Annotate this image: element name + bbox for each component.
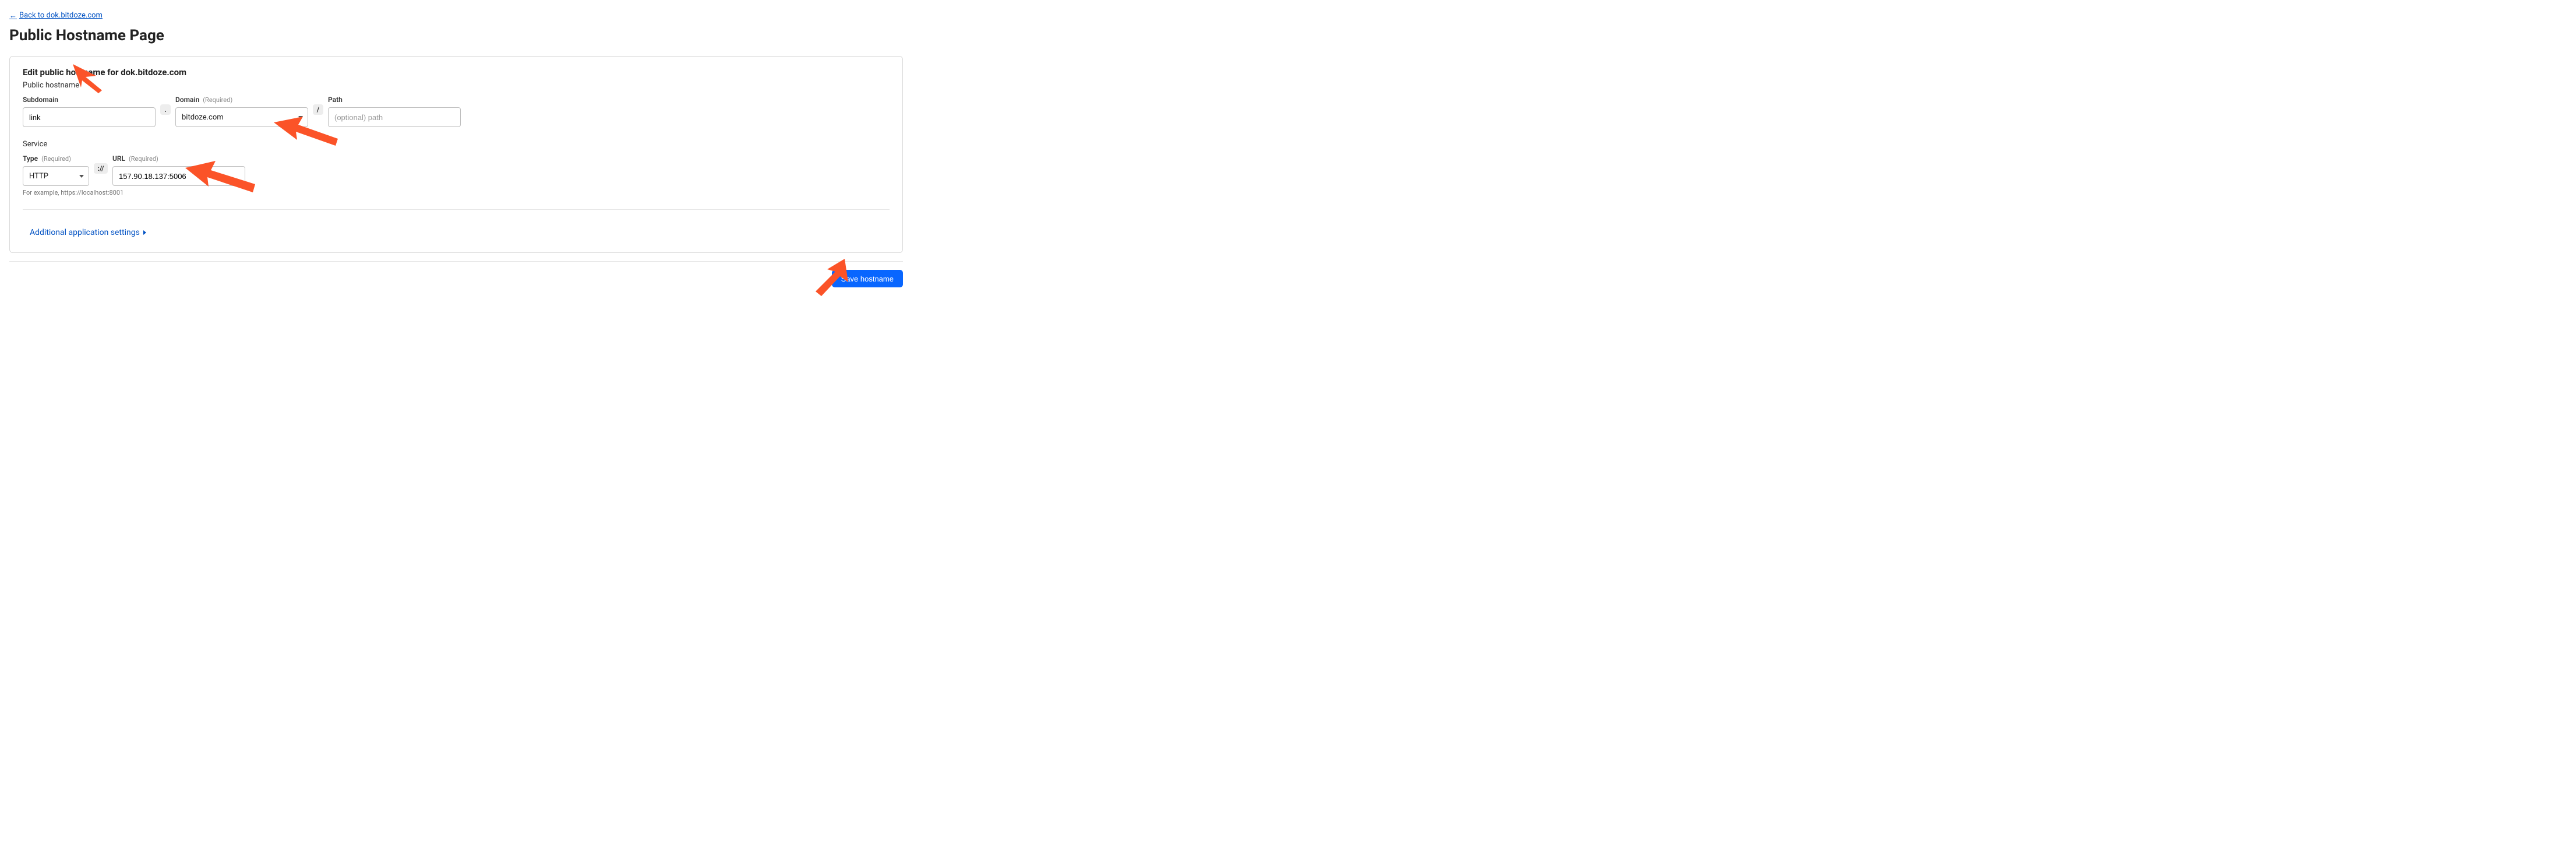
type-select[interactable]: HTTP (23, 166, 89, 186)
save-hostname-button[interactable]: Save hostname (832, 270, 903, 287)
type-field: Type (Required) HTTP (23, 154, 89, 186)
service-hint: For example, https://localhost:8001 (23, 189, 890, 196)
card-title: Edit public hostname for dok.bitdoze.com (23, 67, 890, 78)
divider (23, 209, 890, 210)
path-label: Path (328, 96, 343, 104)
hostname-row: Subdomain . Domain (Required) bitdoze.co… (23, 96, 890, 127)
subdomain-input[interactable] (23, 107, 156, 127)
arrow-left-icon: ← (9, 11, 17, 20)
url-label: URL (112, 154, 125, 163)
url-input[interactable] (112, 166, 245, 186)
domain-field: Domain (Required) bitdoze.com (175, 96, 308, 127)
scheme-separator: :// (94, 163, 108, 174)
chevron-down-icon (79, 175, 84, 178)
back-link[interactable]: ← Back to dok.bitdoze.com (9, 11, 103, 20)
chevron-right-icon (143, 230, 146, 235)
page-title: Public Hostname Page (9, 27, 903, 44)
path-field: Path (328, 96, 461, 127)
dot-separator: . (160, 104, 171, 115)
domain-select[interactable]: bitdoze.com (175, 107, 308, 127)
path-input[interactable] (328, 107, 461, 127)
footer-row: Save hostname (9, 261, 903, 287)
domain-value: bitdoze.com (182, 113, 298, 122)
subdomain-field: Subdomain (23, 96, 156, 127)
service-row: Type (Required) HTTP :// URL (Required) (23, 154, 890, 186)
hostname-card: Edit public hostname for dok.bitdoze.com… (9, 56, 903, 253)
chevron-down-icon (298, 116, 303, 119)
type-required: (Required) (41, 155, 71, 163)
type-label: Type (23, 154, 38, 163)
subdomain-label: Subdomain (23, 96, 58, 104)
type-value: HTTP (29, 172, 79, 181)
additional-settings-link[interactable]: Additional application settings (30, 228, 146, 237)
url-required: (Required) (129, 155, 158, 163)
domain-required: (Required) (203, 96, 232, 104)
additional-settings-label: Additional application settings (30, 228, 140, 237)
public-hostname-label: Public hostname (23, 81, 890, 90)
back-link-label: Back to dok.bitdoze.com (19, 11, 103, 20)
domain-label: Domain (175, 96, 199, 104)
slash-separator: / (313, 104, 323, 115)
service-label: Service (23, 140, 890, 149)
url-field: URL (Required) (112, 154, 245, 186)
